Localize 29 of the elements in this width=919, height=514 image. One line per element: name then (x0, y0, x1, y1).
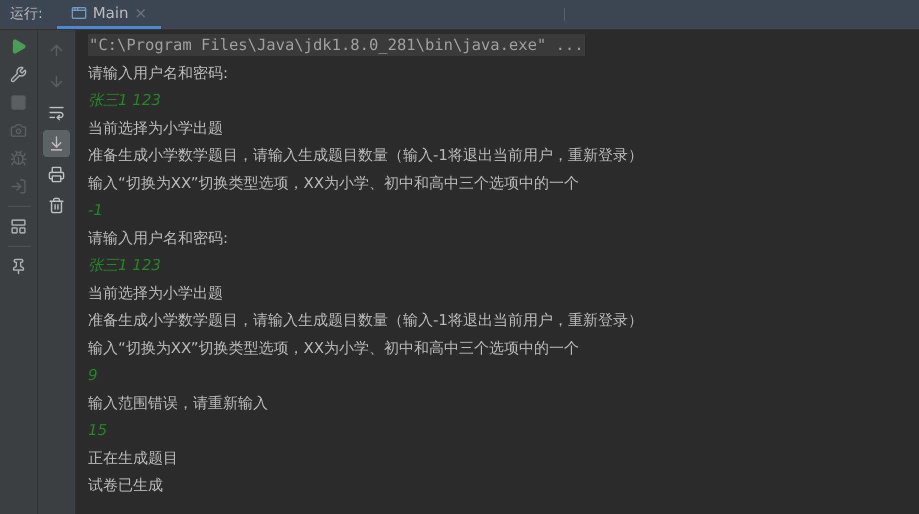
scroll-to-end-button[interactable] (43, 130, 70, 157)
trash-icon (48, 197, 65, 214)
print-icon (48, 166, 65, 183)
output-line: 请输入用户名和密码: (88, 228, 228, 248)
run-label: 运行: (9, 5, 44, 24)
window-icon (70, 5, 87, 21)
scroll-to-end-icon (48, 135, 65, 152)
tab-title: Main (92, 2, 129, 24)
output-line: 准备生成小学数学题目，请输入生成题目数量（输入-1将退出当前用户，重新登录） (88, 145, 643, 166)
output-line: 准备生成小学数学题目，请输入生成题目数量（输入-1将退出当前用户，重新登录） (88, 310, 643, 331)
output-line: 输入“切换为XX”切换类型选项，XX为小学、初中和高中三个选项中的一个 (88, 338, 580, 358)
output-line: 正在生成题目 (88, 448, 178, 468)
output-line: 输入范围错误，请重新输入 (88, 392, 268, 414)
user-input-line: 张三1 123 (88, 255, 161, 276)
wrench-icon[interactable] (10, 66, 27, 83)
output-line: 试卷已生成 (88, 475, 163, 496)
user-input-line: 15 (88, 420, 108, 441)
user-input-line: 张三1 123 (88, 90, 161, 111)
editor-tab[interactable]: Main × (56, 0, 162, 29)
output-line: 当前选择为小学出题 (88, 118, 223, 138)
user-input-line: 9 (88, 365, 98, 386)
pin-icon[interactable] (10, 258, 27, 275)
soft-wrap-icon (48, 104, 65, 121)
output-line: 当前选择为小学出题 (88, 282, 223, 304)
output-line: 请输入用户名和密码: (88, 62, 228, 84)
run-icon[interactable] (10, 38, 27, 55)
user-input-line: -1 (88, 200, 103, 221)
layout-icon[interactable] (10, 218, 27, 235)
output-line: 输入“切换为XX”切换类型选项，XX为小学、初中和高中三个选项中的一个 (88, 172, 580, 194)
